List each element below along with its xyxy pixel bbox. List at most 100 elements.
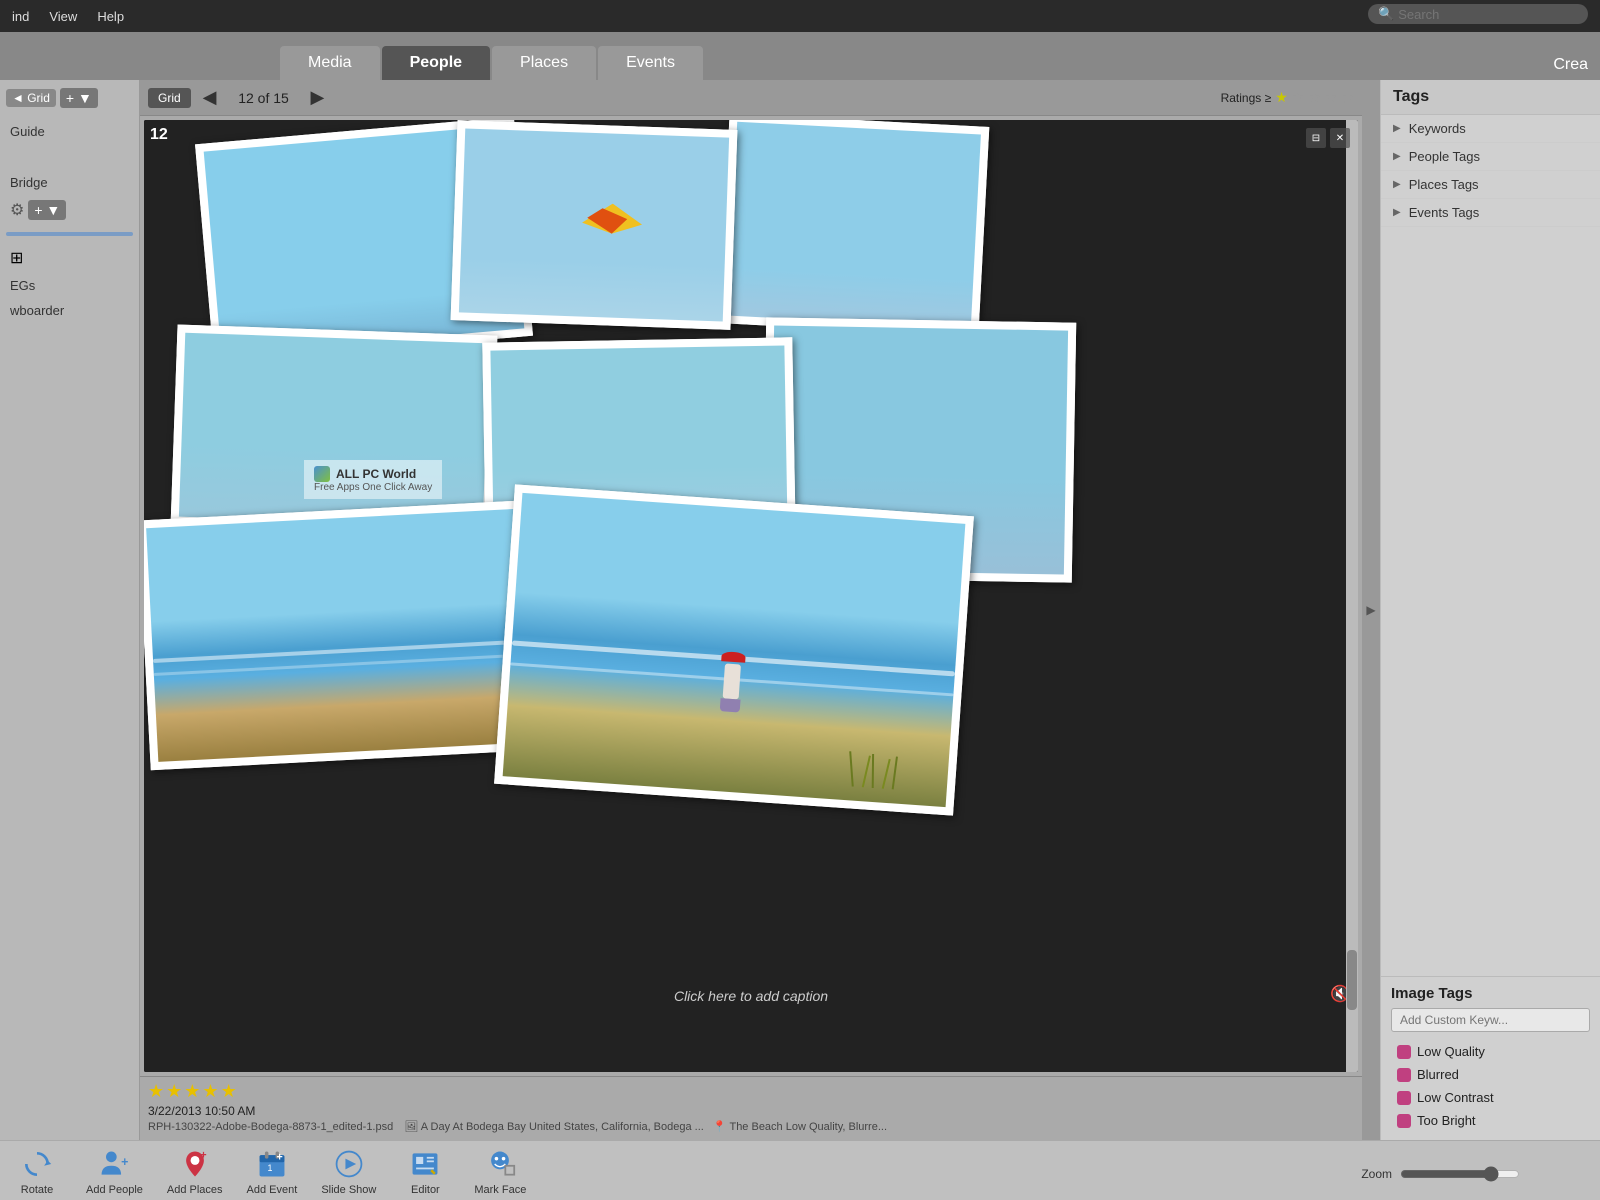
img-ctrl-1[interactable]: ⊟ — [1306, 128, 1326, 148]
slideshow-button[interactable]: Slide Show — [321, 1146, 376, 1196]
page-info: 12 of 15 — [229, 90, 299, 106]
mark-face-icon — [482, 1146, 518, 1182]
custom-keyword-input[interactable] — [1391, 1008, 1590, 1032]
right-panel: Tags ▶ Keywords ▶ People Tags ▶ Places T… — [1380, 80, 1600, 1140]
add-event-button[interactable]: 1 + Add Event — [247, 1146, 298, 1196]
star-5[interactable]: ★ — [1341, 89, 1354, 106]
menu-bar: ind View Help 🔍 — [0, 0, 1600, 32]
grid-button[interactable]: Grid — [148, 88, 191, 108]
ratings-area: Ratings ≥ ★ ★ ★ ★ ★ — [1221, 89, 1354, 106]
bottom-toolbar: Rotate + Add People + Add Places — [0, 1140, 1600, 1200]
rating-star-3[interactable]: ★ — [184, 1081, 200, 1102]
tag-arrow-keywords: ▶ — [1393, 123, 1401, 134]
left-panel-guide[interactable]: Guide — [6, 122, 133, 141]
toolbar: Grid ◀ 12 of 15 ▶ Ratings ≥ ★ ★ ★ ★ ★ — [140, 80, 1362, 116]
slideshow-icon — [331, 1146, 367, 1182]
star-3[interactable]: ★ — [1308, 89, 1321, 106]
mark-face-button[interactable]: Mark Face — [474, 1146, 526, 1196]
back-button[interactable]: ◄ Grid — [6, 89, 56, 107]
rating-star-5[interactable]: ★ — [221, 1081, 237, 1102]
menu-item-view[interactable]: View — [49, 9, 77, 24]
image-number: 12 — [150, 126, 168, 144]
prev-arrow[interactable]: ◀ — [199, 87, 221, 108]
rating-star-1[interactable]: ★ — [148, 1081, 164, 1102]
tag-dot-low-contrast — [1397, 1091, 1411, 1105]
rotate-icon — [19, 1146, 55, 1182]
image-tags-header: Image Tags — [1391, 985, 1590, 1002]
left-add2-button[interactable]: + ▼ — [28, 200, 66, 220]
add-people-button[interactable]: + Add People — [86, 1146, 143, 1196]
left-panel-selected[interactable] — [6, 232, 133, 236]
tab-media[interactable]: Media — [280, 46, 380, 80]
editor-label: Editor — [411, 1184, 440, 1196]
tag-dot-blurred — [1397, 1068, 1411, 1082]
photo-collage: 12 ALL PC World Free Apps One Click Away… — [144, 120, 1358, 1072]
center-area: Grid ◀ 12 of 15 ▶ Ratings ≥ ★ ★ ★ ★ ★ — [140, 80, 1362, 1140]
left-panel-egs[interactable]: EGs — [6, 276, 133, 295]
add-places-label: Add Places — [167, 1184, 223, 1196]
tab-events[interactable]: Events — [598, 46, 703, 80]
svg-text:+: + — [122, 1154, 129, 1168]
rotate-button[interactable]: Rotate — [12, 1146, 62, 1196]
image-controls: ⊟ ✕ — [1306, 128, 1350, 148]
left-panel-bridge[interactable]: Bridge — [6, 173, 133, 192]
create-button[interactable]: Crea — [1553, 56, 1588, 74]
tab-bar: Media People Places Events Crea — [0, 32, 1600, 80]
tag-keywords[interactable]: ▶ Keywords — [1381, 115, 1600, 143]
add-places-button[interactable]: + Add Places — [167, 1146, 223, 1196]
next-arrow[interactable]: ▶ — [307, 87, 329, 108]
menu-item-help[interactable]: Help — [97, 9, 124, 24]
watermark: ALL PC World Free Apps One Click Away — [304, 460, 442, 499]
tab-people[interactable]: People — [382, 46, 490, 80]
image-meta: RPH-130322-Adobe-Bodega-8873-1_edited-1.… — [148, 1120, 1354, 1133]
img-ctrl-2[interactable]: ✕ — [1330, 128, 1350, 148]
image-date: 3/22/2013 10:50 AM — [148, 1104, 1354, 1118]
tag-low-contrast: Low Contrast — [1391, 1086, 1590, 1109]
menu-item-ind[interactable]: ind — [12, 9, 29, 24]
zoom-slider[interactable] — [1400, 1166, 1520, 1182]
star-2[interactable]: ★ — [1292, 89, 1305, 106]
tag-low-quality: Low Quality — [1391, 1040, 1590, 1063]
star-1[interactable]: ★ — [1275, 89, 1288, 106]
vertical-scrollbar[interactable] — [1346, 120, 1358, 1072]
tag-too-bright: Too Bright — [1391, 1109, 1590, 1132]
tag-dot-low-quality — [1397, 1045, 1411, 1059]
tag-places-label: Places Tags — [1409, 177, 1479, 192]
search-bar[interactable]: 🔍 — [1368, 4, 1588, 24]
tag-people-label: People Tags — [1409, 149, 1480, 164]
tag-arrow-people: ▶ — [1393, 151, 1401, 162]
slideshow-label: Slide Show — [321, 1184, 376, 1196]
rating-star-2[interactable]: ★ — [166, 1081, 182, 1102]
tag-events-tags[interactable]: ▶ Events Tags — [1381, 199, 1600, 227]
tag-people-tags[interactable]: ▶ People Tags — [1381, 143, 1600, 171]
mark-face-label: Mark Face — [474, 1184, 526, 1196]
info-bar: ★ ★ ★ ★ ★ 3/22/2013 10:50 AM RPH-130322-… — [140, 1076, 1362, 1140]
zoom-area: Zoom — [1361, 1166, 1520, 1182]
svg-text:+: + — [200, 1149, 206, 1161]
rotate-label: Rotate — [21, 1184, 53, 1196]
expand-panel-arrow[interactable]: ▶ — [1362, 80, 1380, 1140]
add-event-icon: 1 + — [254, 1146, 290, 1182]
editor-icon — [407, 1146, 443, 1182]
watermark-subtitle: Free Apps One Click Away — [314, 482, 432, 493]
star-4[interactable]: ★ — [1325, 89, 1338, 106]
add-event-label: Add Event — [247, 1184, 298, 1196]
image-area: 12 ALL PC World Free Apps One Click Away… — [144, 120, 1358, 1072]
left-panel-wboarder[interactable]: wboarder — [6, 301, 133, 320]
zoom-label: Zoom — [1361, 1167, 1392, 1181]
ratings-label: Ratings ≥ — [1221, 91, 1272, 105]
scrollbar-thumb[interactable] — [1347, 950, 1357, 1010]
main-layout: ◄ Grid + ▼ Guide Bridge ⚙ + ▼ ⊞ EGs wboa… — [0, 80, 1600, 1140]
editor-button[interactable]: Editor — [400, 1146, 450, 1196]
left-panel: ◄ Grid + ▼ Guide Bridge ⚙ + ▼ ⊞ EGs wboa… — [0, 80, 140, 1140]
rating-stars-row: ★ ★ ★ ★ ★ — [148, 1081, 1354, 1102]
tag-places-tags[interactable]: ▶ Places Tags — [1381, 171, 1600, 199]
search-input[interactable] — [1398, 7, 1578, 22]
tag-arrow-events: ▶ — [1393, 207, 1401, 218]
svg-text:+: + — [276, 1151, 282, 1163]
tag-blurred: Blurred — [1391, 1063, 1590, 1086]
rating-star-4[interactable]: ★ — [202, 1081, 218, 1102]
image-tags-section: Image Tags Low Quality Blurred Low Contr… — [1381, 976, 1600, 1140]
add-button[interactable]: + ▼ — [60, 88, 98, 108]
tab-places[interactable]: Places — [492, 46, 596, 80]
